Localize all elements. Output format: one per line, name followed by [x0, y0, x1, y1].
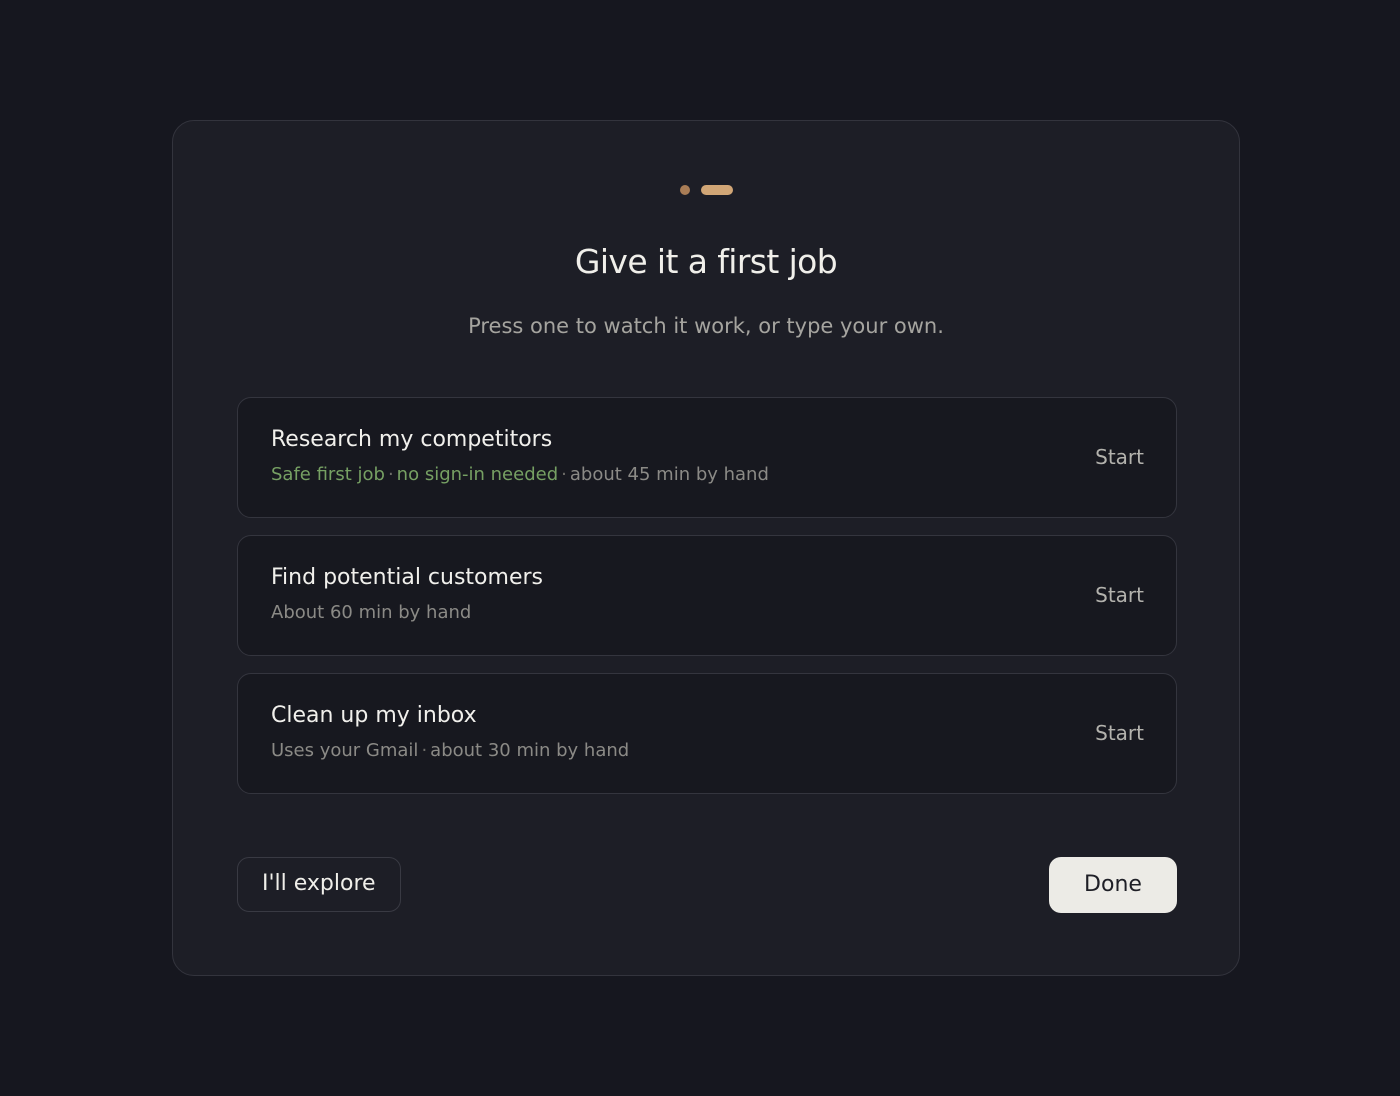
gmail-requirement: Uses your Gmail — [271, 740, 419, 761]
no-sign-in-tag: no sign-in needed — [396, 464, 559, 485]
dialog-subtitle: Press one to watch it work, or type your… — [468, 314, 944, 338]
time-estimate: About 60 min by hand — [271, 602, 472, 623]
job-card-research-competitors[interactable]: Research my competitors Safe first job · n… — [237, 397, 1177, 518]
job-meta: About 60 min by hand — [271, 600, 471, 626]
time-estimate: about 30 min by hand — [430, 740, 630, 761]
safe-first-job-tag: Safe first job — [271, 464, 385, 485]
start-button[interactable]: Start — [1095, 580, 1144, 610]
job-title: Research my competitors — [271, 427, 553, 452]
job-title: Clean up my inbox — [271, 703, 477, 728]
job-card-clean-inbox[interactable]: Clean up my inbox Uses your Gmail · about … — [237, 673, 1177, 794]
done-button[interactable]: Done — [1049, 857, 1177, 913]
meta-separator: · — [387, 464, 394, 485]
onboarding-dialog: Give it a first job Press one to watch i… — [172, 120, 1240, 976]
meta-separator: · — [561, 464, 567, 485]
job-title: Find potential customers — [271, 565, 543, 590]
job-meta: Safe first job · no sign-in needed · about 4… — [271, 462, 769, 488]
step-2-active-pill — [700, 185, 733, 195]
start-button[interactable]: Start — [1095, 442, 1144, 472]
job-suggestion-list: Research my competitors Safe first job · n… — [237, 397, 1177, 811]
time-estimate: about 45 min by hand — [569, 464, 769, 485]
dialog-title: Give it a first job — [574, 242, 838, 281]
step-indicator — [173, 185, 1239, 195]
job-meta: Uses your Gmail · about 30 min by hand — [271, 738, 629, 764]
meta-separator: · — [421, 740, 428, 761]
start-button[interactable]: Start — [1095, 718, 1144, 748]
job-card-find-customers[interactable]: Find potential customers About 60 min by… — [237, 535, 1177, 656]
step-1-dot — [679, 185, 690, 195]
explore-button[interactable]: I'll explore — [237, 857, 401, 912]
